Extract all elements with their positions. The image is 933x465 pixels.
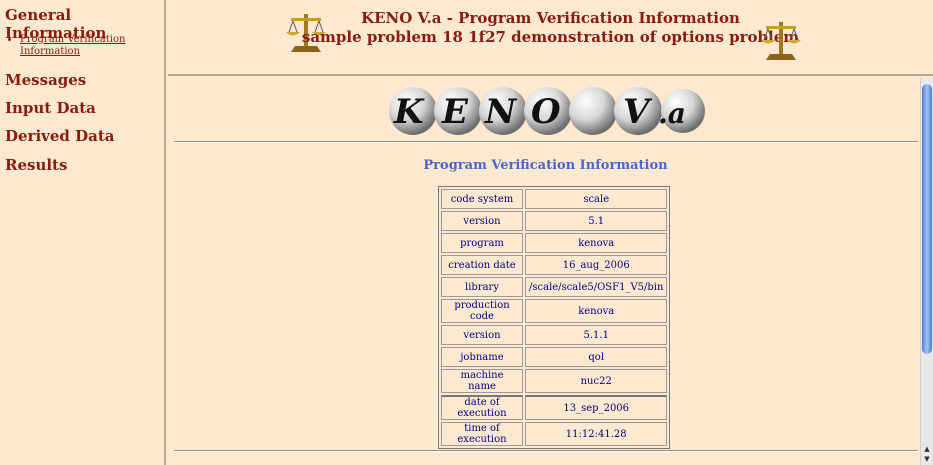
table-row: version 5.1 bbox=[441, 211, 668, 231]
nav-sub-item: Program Verification Information bbox=[20, 34, 164, 58]
divider-top bbox=[174, 141, 918, 143]
row-value: 13_sep_2006 bbox=[525, 395, 668, 420]
nav-input-data[interactable]: Input Data bbox=[0, 99, 96, 117]
svg-text:.a: .a bbox=[658, 97, 686, 130]
row-value: 5.1 bbox=[525, 211, 668, 231]
row-value: qol bbox=[525, 347, 668, 367]
svg-text:V: V bbox=[623, 92, 653, 132]
section-title: Program Verification Information bbox=[423, 158, 668, 173]
row-label: production code bbox=[441, 299, 523, 323]
verification-table: code system scale version 5.1 program kenova c… bbox=[438, 186, 671, 449]
nav-link-program-verification[interactable]: Program Verification Information bbox=[20, 34, 125, 57]
row-value: kenova bbox=[525, 233, 668, 253]
table-row: machine name nuc22 bbox=[441, 369, 668, 393]
keno-logo: K E N O V .a bbox=[389, 87, 705, 135]
row-value: 16_aug_2006 bbox=[525, 255, 668, 275]
title-line-2: sample problem 18 1f27 demonstration of … bbox=[301, 28, 800, 46]
row-value: 11:12:41.28 bbox=[525, 422, 668, 446]
nav-frame: General Information Program Verification… bbox=[0, 0, 166, 465]
table-row: jobname qol bbox=[441, 347, 668, 367]
balance-scale-icon bbox=[761, 22, 801, 60]
row-label: creation date bbox=[441, 255, 523, 275]
table-row: code system scale bbox=[441, 189, 668, 209]
nav-sub-list: Program Verification Information bbox=[0, 34, 164, 58]
title-frame: KENO V.a - Program Verification Informat… bbox=[168, 0, 933, 76]
table-row: creation date 16_aug_2006 bbox=[441, 255, 668, 275]
svg-text:K: K bbox=[393, 92, 425, 132]
nav-results[interactable]: Results bbox=[0, 156, 67, 174]
divider-bottom bbox=[174, 450, 918, 452]
title-line-1: KENO V.a - Program Verification Informat… bbox=[361, 9, 740, 27]
row-label: time of execution bbox=[441, 422, 523, 446]
table-row: date of execution 13_sep_2006 bbox=[441, 395, 668, 420]
svg-text:E: E bbox=[441, 92, 469, 132]
row-value: scale bbox=[525, 189, 668, 209]
row-label: machine name bbox=[441, 369, 523, 393]
row-label: version bbox=[441, 325, 523, 345]
scrollbar-thumb[interactable] bbox=[922, 84, 932, 354]
row-label: program bbox=[441, 233, 523, 253]
row-value: kenova bbox=[525, 299, 668, 323]
scroll-down-arrow-icon[interactable]: ▼ bbox=[922, 455, 932, 463]
svg-text:O: O bbox=[531, 92, 561, 132]
row-value: /scale/scale5/OSF1_V5/bin bbox=[525, 277, 668, 297]
row-value: nuc22 bbox=[525, 369, 668, 393]
nav-messages[interactable]: Messages bbox=[0, 71, 86, 89]
nav-derived-data[interactable]: Derived Data bbox=[0, 127, 115, 145]
vertical-scrollbar[interactable]: ▲ ▼ bbox=[920, 78, 933, 465]
content-frame: K E N O V .a Program Verification Inform… bbox=[168, 78, 933, 465]
table-row: program kenova bbox=[441, 233, 668, 253]
row-label: version bbox=[441, 211, 523, 231]
row-label: library bbox=[441, 277, 523, 297]
table-row: library/scale/scale5/OSF1_V5/bin bbox=[441, 277, 668, 297]
row-label: date of execution bbox=[441, 395, 523, 420]
table-row: time of execution 11:12:41.28 bbox=[441, 422, 668, 446]
row-label: code system bbox=[441, 189, 523, 209]
svg-text:N: N bbox=[484, 92, 518, 132]
scroll-up-arrow-icon[interactable]: ▲ bbox=[922, 445, 932, 453]
row-value: 5.1.1 bbox=[525, 325, 668, 345]
row-label: jobname bbox=[441, 347, 523, 367]
table-row: production code kenova bbox=[441, 299, 668, 323]
table-row: version 5.1.1 bbox=[441, 325, 668, 345]
